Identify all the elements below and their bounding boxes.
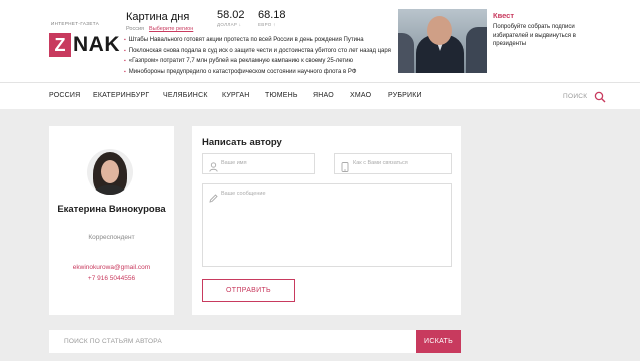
nav-item-yekaterinburg[interactable]: ЕКАТЕРИНБУРГ xyxy=(93,92,149,99)
contact-field-placeholder: Как с Вами связаться xyxy=(353,160,408,166)
nav-item-russia[interactable]: РОССИЯ xyxy=(49,92,80,99)
author-name: Екатерина Винокурова xyxy=(57,204,166,215)
author-search-input[interactable]: ПОИСК ПО СТАТЬЯМ АВТОРА xyxy=(49,330,416,353)
nav-item-rubrics[interactable]: РУБРИКИ xyxy=(388,92,422,99)
contact-form-card: Написать автору Ваше имя Как с Вами связ… xyxy=(192,126,461,315)
send-button[interactable]: ОТПРАВИТЬ xyxy=(202,279,295,302)
quest-title: Квест xyxy=(493,11,515,20)
rate-dollar-label: ДОЛЛАР ↓ xyxy=(217,22,242,27)
user-icon xyxy=(209,159,218,177)
photo-person-right xyxy=(466,27,487,73)
rate-dollar-value: 58.02 xyxy=(217,9,245,21)
name-field-placeholder: Ваше имя xyxy=(221,160,247,166)
avatar-face xyxy=(101,160,119,183)
rate-dollar: 58.02 ДОЛЛАР ↓ xyxy=(217,9,245,27)
author-email-link[interactable]: ekwinokurowa@gmail.com xyxy=(49,264,174,271)
nav-item-yanao[interactable]: ЯНАО xyxy=(313,92,334,99)
region-line: Россия Выберите регион xyxy=(126,26,193,32)
main-nav: РОССИЯ ЕКАТЕРИНБУРГ ЧЕЛЯБИНСК КУРГАН ТЮМ… xyxy=(0,82,640,109)
headline-list: Штабы Навального готовят акции протеста … xyxy=(124,35,399,77)
headline-item[interactable]: «Газпром» потратит 7,7 млн рублей на рек… xyxy=(124,56,399,67)
site-logo[interactable]: Z NAK xyxy=(49,33,120,57)
quest-text: Попробуйте собрать подписи избирателей и… xyxy=(493,24,576,47)
message-field-placeholder: Ваше сообщение xyxy=(221,191,266,197)
nav-item-chelyabinsk[interactable]: ЧЕЛЯБИНСК xyxy=(163,92,208,99)
pencil-icon xyxy=(209,190,218,208)
choose-region-link[interactable]: Выберите регион xyxy=(149,26,193,32)
nav-item-tyumen[interactable]: ТЮМЕНЬ xyxy=(265,92,298,99)
current-region: Россия xyxy=(126,26,145,32)
author-phone-link[interactable]: +7 916 5044556 xyxy=(49,275,174,282)
form-title: Написать автору xyxy=(202,137,282,148)
author-search-button[interactable]: ИСКАТЬ xyxy=(416,330,461,353)
author-avatar xyxy=(87,149,133,195)
featured-photo[interactable] xyxy=(398,9,487,73)
nav-item-khmao[interactable]: ХМАО xyxy=(350,92,371,99)
logo-z-mark: Z xyxy=(49,33,71,57)
name-field[interactable]: Ваше имя xyxy=(202,153,315,174)
photo-person-head xyxy=(427,16,452,45)
headline-item[interactable]: Минобороны предупредило о катастрофическ… xyxy=(124,67,399,78)
author-card: Екатерина Винокурова Корреспондент ekwin… xyxy=(49,126,174,315)
picture-of-day-title[interactable]: Картина дня xyxy=(126,11,189,23)
photo-person-left xyxy=(398,33,414,73)
rate-euro: 68.18 ЕВРО ↑ xyxy=(258,9,286,27)
nav-search-label[interactable]: ПОИСК xyxy=(563,93,587,100)
message-field[interactable]: Ваше сообщение xyxy=(202,183,452,267)
quest-promo[interactable]: Квест Попробуйте собрать подписи избират… xyxy=(493,11,593,49)
phone-icon xyxy=(341,159,349,177)
headline-item[interactable]: Поклонская снова подала в суд иск о защи… xyxy=(124,46,399,57)
rate-euro-label: ЕВРО ↑ xyxy=(258,22,276,27)
search-icon[interactable] xyxy=(594,90,606,108)
logo-tagline: ИНТЕРНЕТ-ГАЗЕТА xyxy=(51,21,100,26)
logo-text: NAK xyxy=(73,33,120,56)
author-search-placeholder: ПОИСК ПО СТАТЬЯМ АВТОРА xyxy=(64,338,162,345)
author-role: Корреспондент xyxy=(88,234,135,241)
contact-field[interactable]: Как с Вами связаться xyxy=(334,153,452,174)
rate-euro-value: 68.18 xyxy=(258,9,286,21)
nav-item-kurgan[interactable]: КУРГАН xyxy=(222,92,250,99)
site-header: ИНТЕРНЕТ-ГАЗЕТА Z NAK Картина дня Россия… xyxy=(0,0,640,82)
headline-item[interactable]: Штабы Навального готовят акции протеста … xyxy=(124,35,399,46)
